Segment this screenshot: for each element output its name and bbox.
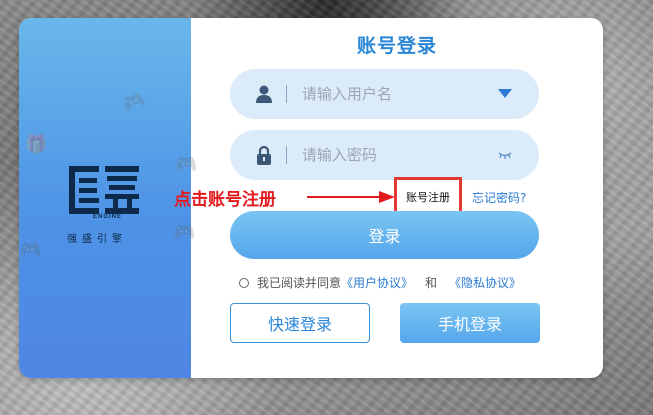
quick-login-button[interactable]: 快速登录	[230, 303, 370, 343]
user-agreement-link[interactable]: 《用户协议》	[341, 274, 413, 291]
brand-logo: ENGINE 强盛引擎	[67, 164, 145, 245]
arrow-icon	[307, 191, 395, 203]
agreement-and: 和	[425, 276, 438, 290]
gamepad-deco-icon: 🎮	[175, 154, 198, 175]
user-icon	[255, 85, 274, 103]
forgot-password-link[interactable]: 忘记密码?	[472, 189, 526, 206]
logo-brand-name: 强盛引擎	[67, 234, 127, 245]
dropdown-arrow-icon[interactable]	[498, 89, 513, 99]
eye-closed-icon[interactable]	[498, 151, 513, 159]
agreement-radio[interactable]	[239, 277, 249, 288]
annotation-text: 点击账号注册	[174, 190, 276, 210]
agreement-row: 我已阅读并同意 《用户协议》 和 《隐私协议》	[239, 274, 521, 291]
login-button[interactable]: 登录	[230, 211, 539, 259]
gamepad-deco-icon: 🎮	[120, 88, 149, 117]
agreement-prefix: 我已阅读并同意	[257, 276, 342, 290]
username-field[interactable]	[230, 69, 539, 119]
gift-deco-icon: 🎁	[25, 134, 48, 155]
page-title: 账号登录	[356, 35, 437, 57]
password-input[interactable]	[299, 139, 498, 171]
brand-panel: 🎮 🎁 🎮 🎮 🎮 ENGINE 强盛引擎	[19, 18, 197, 378]
field-separator	[285, 85, 287, 103]
privacy-policy-link[interactable]: 《隐私协议》	[449, 274, 521, 291]
field-separator	[285, 146, 287, 164]
gamepad-deco-icon: 🎮	[19, 240, 42, 261]
logo-engine-text: ENGINE	[93, 214, 123, 220]
password-field[interactable]	[230, 130, 539, 180]
gamepad-deco-icon: 🎮	[173, 222, 196, 243]
lock-icon	[255, 145, 274, 165]
phone-login-button[interactable]: 手机登录	[400, 303, 540, 343]
username-input[interactable]	[299, 78, 498, 110]
